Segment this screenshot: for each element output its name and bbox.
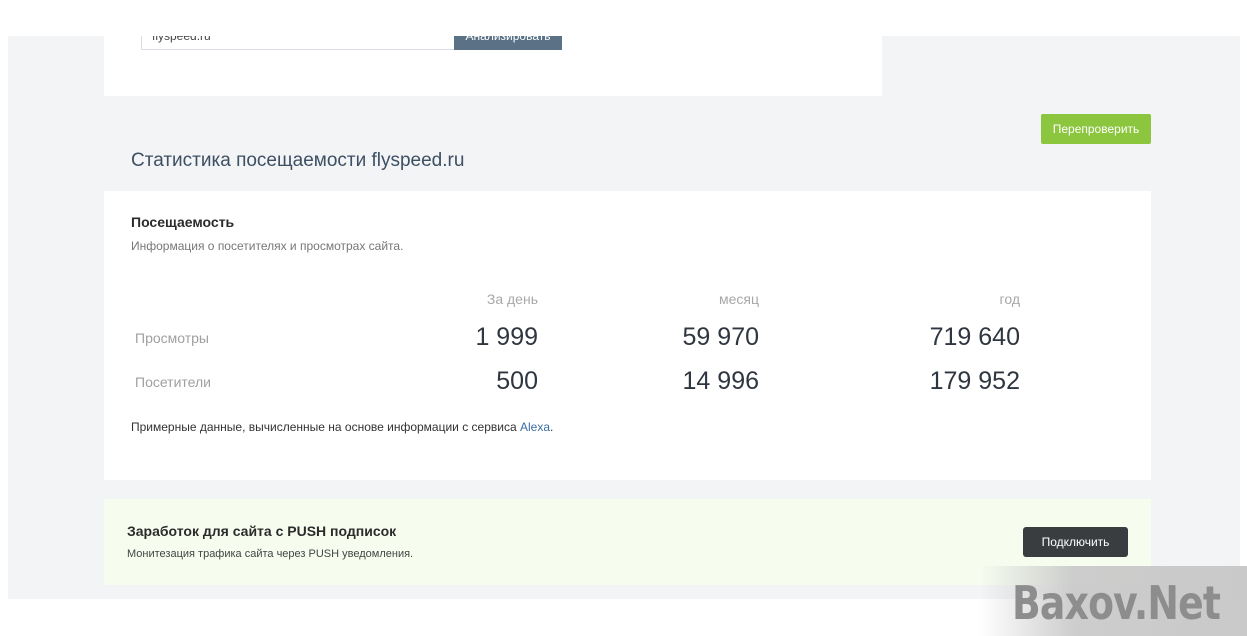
note-suffix: . (550, 420, 554, 434)
analyze-button[interactable]: Анализировать (454, 36, 562, 50)
push-subtitle: Монитезация трафика сайта через PUSH уве… (127, 548, 414, 560)
column-header-year: год (999, 291, 1020, 307)
row-label-views: Просмотры (135, 330, 209, 346)
visitors-year-value: 179 952 (929, 367, 1020, 395)
connect-button[interactable]: Подключить (1023, 527, 1128, 557)
watermark-logo: Baxov.Net (1012, 576, 1221, 630)
note-text: Примерные данные, вычисленные на основе … (131, 420, 520, 434)
views-day-value: 1 999 (475, 323, 538, 351)
views-month-value: 59 970 (682, 323, 759, 351)
alexa-link[interactable]: Alexa (520, 420, 550, 434)
traffic-stats-card: Посещаемость Информация о посетителях и … (104, 191, 1151, 480)
page-title: Статистика посещаемости flyspeed.ru (131, 150, 465, 171)
push-title: Заработок для сайта с PUSH подписок (127, 523, 397, 539)
column-header-month: месяц (718, 291, 759, 307)
analyze-form-card: flyspeed.ru Анализировать (104, 36, 882, 96)
data-source-note: Примерные данные, вычисленные на основе … (131, 420, 553, 434)
visitors-day-value: 500 (496, 367, 538, 395)
url-input[interactable]: flyspeed.ru (141, 36, 455, 50)
recheck-button[interactable]: Перепроверить (1041, 114, 1151, 144)
stats-heading: Посещаемость (131, 214, 235, 230)
column-header-day: За день (486, 291, 538, 307)
stats-subheading: Информация о посетителях и просмотрах са… (131, 239, 404, 253)
views-year-value: 719 640 (929, 323, 1020, 351)
visitors-month-value: 14 996 (682, 367, 759, 395)
row-label-visitors: Посетители (135, 374, 211, 390)
